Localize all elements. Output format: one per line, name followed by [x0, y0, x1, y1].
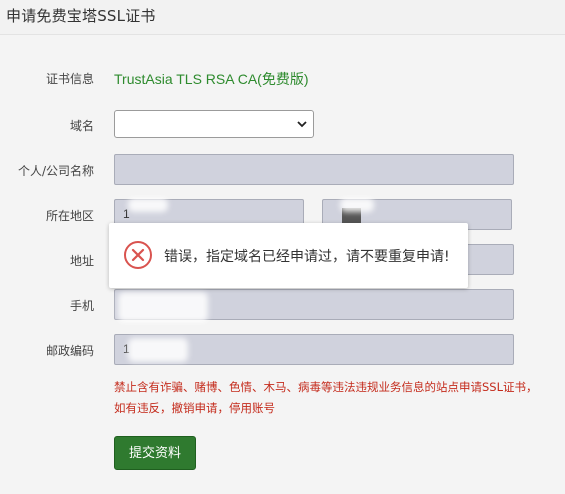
cert-info-value: TrustAsia TLS RSA CA(免费版)	[114, 71, 309, 87]
domain-select[interactable]	[114, 110, 314, 138]
redaction-blur	[128, 198, 168, 212]
postcode-label: 邮政编码	[45, 344, 94, 358]
error-toast-message: 错误，指定域名已经申请过，请不要重复申请!	[164, 249, 450, 265]
region-label: 所在地区	[45, 209, 94, 223]
dialog-titlebar: 申请免费宝塔SSL证书	[0, 0, 565, 35]
policy-warning-line: 禁止含有诈骗、赌博、色情、木马、病毒等违法违规业务信息的站点申请SSL证书，	[114, 380, 538, 394]
dialog-title: 申请免费宝塔SSL证书	[6, 7, 156, 25]
redaction-blur	[128, 338, 188, 362]
policy-warning: 禁止含有诈骗、赌博、色情、木马、病毒等违法违规业务信息的站点申请SSL证书， 如…	[114, 377, 554, 419]
submit-button[interactable]: 提交资料	[114, 436, 196, 470]
error-circle-x-icon	[124, 241, 152, 269]
address-label: 地址	[69, 254, 94, 268]
policy-warning-line: 如有违反，撤销申请，停用账号	[114, 401, 275, 415]
chevron-down-icon	[297, 121, 307, 128]
error-toast: 错误，指定域名已经申请过，请不要重复申请!	[109, 223, 468, 288]
redaction-blur	[340, 198, 374, 212]
name-label: 个人/公司名称	[17, 164, 94, 178]
domain-label: 域名	[69, 119, 94, 133]
redaction-blur	[118, 292, 208, 322]
name-input[interactable]	[114, 154, 514, 185]
cert-info-label: 证书信息	[45, 72, 94, 86]
phone-label: 手机	[69, 299, 94, 313]
